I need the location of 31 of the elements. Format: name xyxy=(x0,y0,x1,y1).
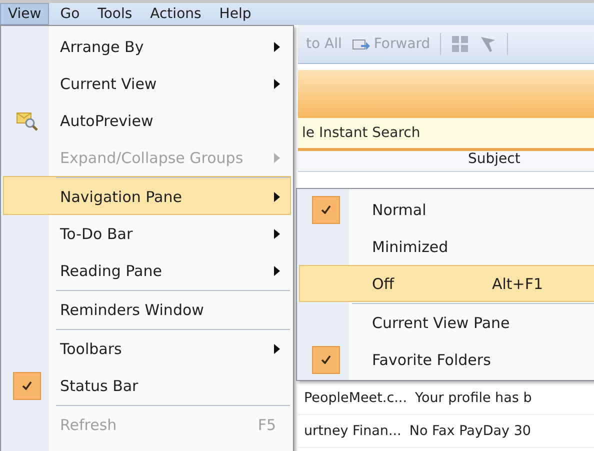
menu-item[interactable]: To-Do Bar xyxy=(3,215,291,252)
menu-item[interactable]: Normal xyxy=(299,191,594,228)
menu-item[interactable]: Arrange By xyxy=(3,28,291,65)
menu-item[interactable]: Reading Pane xyxy=(3,252,291,289)
submenu-arrow-icon xyxy=(274,192,280,202)
menu-bar-item[interactable]: Actions xyxy=(143,4,208,24)
search-field[interactable]: le Instant Search xyxy=(298,118,594,151)
submenu-arrow-icon xyxy=(274,266,280,276)
grid-icon[interactable] xyxy=(451,35,470,53)
message-sender: urtney Finan... xyxy=(304,423,402,439)
menu-item[interactable]: Favorite Folders xyxy=(299,341,594,378)
message-subject: Your profile has b xyxy=(415,390,532,406)
message-sender: PeopleMeet.c... xyxy=(304,390,407,406)
menu-item[interactable]: Status Bar xyxy=(3,367,291,404)
menu-item[interactable]: Navigation Pane xyxy=(3,176,291,215)
menu-bar-item[interactable]: View xyxy=(0,3,50,25)
submenu-arrow-icon xyxy=(274,152,280,162)
menu-item[interactable]: Minimized xyxy=(299,228,594,265)
menu-bar-item[interactable]: Go xyxy=(53,4,87,24)
submenu-arrow-icon xyxy=(274,42,280,52)
menu-bar-item[interactable]: Help xyxy=(212,4,258,24)
menu-item[interactable]: Off Alt+F1 xyxy=(299,265,594,302)
menu-bar-item[interactable]: Tools xyxy=(90,4,140,24)
column-header[interactable]: Subject xyxy=(298,151,594,172)
submenu-arrow-icon xyxy=(274,228,280,238)
submenu-arrow-icon xyxy=(274,78,280,88)
menu-item[interactable]: AutoPreview xyxy=(3,102,291,139)
message-subject: No Fax PayDay 30 xyxy=(409,423,531,439)
submenu-arrow-icon xyxy=(274,344,280,354)
menu-item[interactable]: Current View xyxy=(3,65,291,102)
preview-icon xyxy=(16,110,38,130)
